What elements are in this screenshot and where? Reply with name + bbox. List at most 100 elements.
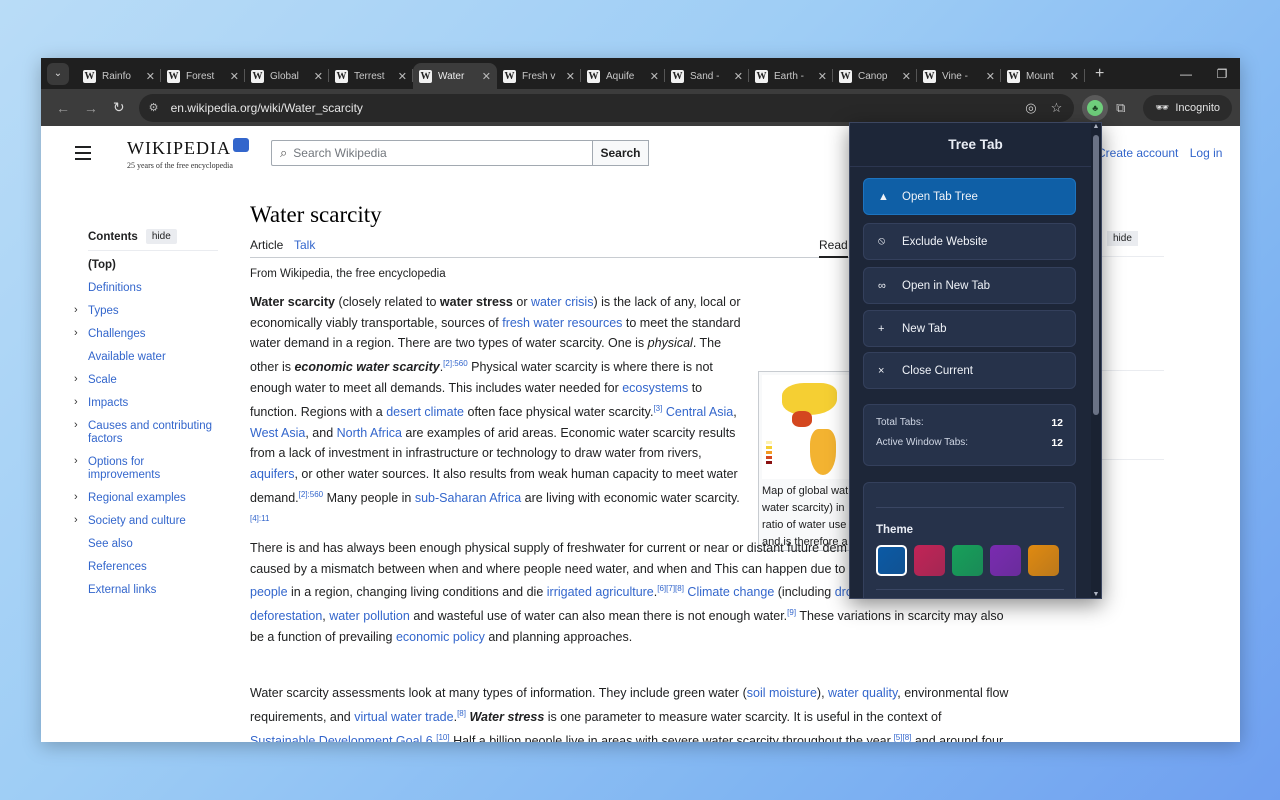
tab-close-icon[interactable]: ✕ xyxy=(314,70,323,83)
site-info-icon[interactable]: ⚙ xyxy=(149,101,165,114)
bookmark-star-icon[interactable]: ☆ xyxy=(1051,100,1063,116)
toc-item[interactable]: See also xyxy=(88,538,218,561)
browser-tab[interactable]: W Aquife ✕ xyxy=(581,63,665,89)
tab-article[interactable]: Article xyxy=(250,238,283,252)
browser-tab[interactable]: W Vine - ✕ xyxy=(917,63,1001,89)
popup-button-exclude-website[interactable]: ⦸ Exclude Website xyxy=(863,223,1076,260)
chevron-right-icon[interactable]: › xyxy=(74,304,78,316)
toc-hide-button[interactable]: hide xyxy=(145,229,177,244)
create-account-link[interactable]: Create account xyxy=(1097,146,1178,160)
tab-close-icon[interactable]: ✕ xyxy=(566,70,575,83)
toc-item[interactable]: › Causes and contributing factors xyxy=(74,419,218,456)
toc-item[interactable]: › Types xyxy=(74,304,218,328)
scroll-thumb[interactable] xyxy=(1093,135,1099,415)
toc-item[interactable]: External links xyxy=(88,584,218,607)
tab-close-icon[interactable]: ✕ xyxy=(230,70,239,83)
new-tab-plus-icon[interactable]: + xyxy=(1095,65,1104,83)
wikipedia-logo[interactable]: WIKIPEDIA 25 years of the free encyclope… xyxy=(127,138,249,170)
chevron-right-icon[interactable]: › xyxy=(74,327,78,339)
lead-paragraph: Water scarcity (closely related to water… xyxy=(250,295,741,523)
popup-button-open-in-new-tab[interactable]: ∞ Open in New Tab xyxy=(863,267,1076,304)
tab-close-icon[interactable]: ✕ xyxy=(986,70,995,83)
restore-icon[interactable]: ❐ xyxy=(1204,67,1240,81)
toc-item[interactable]: › Challenges xyxy=(74,327,218,351)
toc-item[interactable]: Available water xyxy=(88,351,218,374)
theme-swatch[interactable] xyxy=(876,545,907,576)
tab-close-icon[interactable]: ✕ xyxy=(734,70,743,83)
forward-arrow-icon[interactable]: → xyxy=(77,100,105,116)
popup-button-new-tab[interactable]: + New Tab xyxy=(863,310,1076,347)
browser-tab[interactable]: W Water ✕ xyxy=(413,63,497,89)
browser-tab[interactable]: W Mount ✕ xyxy=(1001,63,1085,89)
toc-item[interactable]: › Impacts xyxy=(74,396,218,420)
eye-off-icon[interactable]: ◎ xyxy=(1025,100,1036,116)
browser-tab[interactable]: W Terrest ✕ xyxy=(329,63,413,89)
right-panel-hide-button[interactable]: hide xyxy=(1107,231,1138,246)
incognito-badge[interactable]: 🕶 Incognito xyxy=(1143,94,1233,121)
tab-close-icon[interactable]: ✕ xyxy=(1070,70,1079,83)
browser-tab[interactable]: W Earth - ✕ xyxy=(749,63,833,89)
tab-title: Global xyxy=(270,70,299,82)
scroll-up-icon[interactable]: ▲ xyxy=(1091,123,1101,130)
toc-item[interactable]: (Top) xyxy=(88,259,218,282)
toc-item[interactable]: › Options for improvements xyxy=(74,455,218,492)
minimize-icon[interactable]: — xyxy=(1168,67,1204,81)
page-title: Water scarcity xyxy=(250,202,382,227)
back-arrow-icon[interactable]: ← xyxy=(49,100,77,116)
tab-close-icon[interactable]: ✕ xyxy=(650,70,659,83)
browser-tab[interactable]: W Global ✕ xyxy=(245,63,329,89)
map-legend xyxy=(766,441,802,471)
third-paragraph: Water scarcity assessments look at many … xyxy=(250,686,1009,742)
search-input[interactable]: ⌕ Search Wikipedia xyxy=(271,140,593,166)
toc-item[interactable]: › Regional examples xyxy=(74,491,218,515)
tab-close-icon[interactable]: ✕ xyxy=(818,70,827,83)
browser-tab[interactable]: W Forest ✕ xyxy=(161,63,245,89)
theme-swatch[interactable] xyxy=(990,545,1021,576)
toc-item[interactable]: › Society and culture xyxy=(74,514,218,538)
address-bar[interactable]: ⚙ en.wikipedia.org/wiki/Water_scarcity ◎… xyxy=(138,93,1075,122)
chevron-right-icon[interactable]: › xyxy=(74,373,78,385)
wikipedia-favicon-icon: W xyxy=(755,69,768,83)
reload-icon[interactable]: ↻ xyxy=(105,99,133,116)
chevron-right-icon[interactable]: › xyxy=(74,491,78,503)
extensions-puzzle-icon[interactable]: ⧉ xyxy=(1116,100,1125,116)
tab-talk[interactable]: Talk xyxy=(294,238,315,252)
main-menu-icon[interactable] xyxy=(75,146,91,164)
tab-close-icon[interactable]: ✕ xyxy=(902,70,911,83)
browser-tab[interactable]: W Rainfo ✕ xyxy=(77,63,161,89)
chevron-right-icon[interactable]: › xyxy=(74,514,78,526)
search-button[interactable]: Search xyxy=(593,140,649,166)
leaf-icon: ▲ xyxy=(878,190,889,203)
popup-button-label: Close Current xyxy=(902,364,973,377)
browser-tab[interactable]: W Fresh v ✕ xyxy=(497,63,581,89)
popup-button-open-tab-tree[interactable]: ▲ Open Tab Tree xyxy=(863,178,1076,215)
tab-close-icon[interactable]: ✕ xyxy=(146,70,155,83)
theme-swatch[interactable] xyxy=(952,545,983,576)
toc-item[interactable]: › Scale xyxy=(74,373,218,397)
browser-tab[interactable]: W Sand - ✕ xyxy=(665,63,749,89)
tree-tab-extension-button[interactable]: ♣ xyxy=(1082,94,1109,121)
map-figure[interactable]: Map of global wat water scarcity) in rat… xyxy=(758,371,858,551)
divider xyxy=(1101,256,1164,257)
popup-scrollbar[interactable]: ▲ ▼ xyxy=(1091,123,1101,598)
total-tabs-label: Total Tabs: xyxy=(876,417,924,428)
tab-close-icon[interactable]: ✕ xyxy=(482,70,491,83)
chevron-right-icon[interactable]: › xyxy=(74,419,78,432)
tab-search-chevron-icon[interactable]: ⌄ xyxy=(47,62,69,85)
search-icon: ⌕ xyxy=(280,145,288,160)
chevron-right-icon[interactable]: › xyxy=(74,455,78,468)
active-window-tabs-label: Active Window Tabs: xyxy=(876,437,969,448)
theme-swatch[interactable] xyxy=(1028,545,1059,576)
window-controls: — ❐ xyxy=(1168,58,1240,89)
log-in-link[interactable]: Log in xyxy=(1190,146,1223,160)
scroll-down-icon[interactable]: ▼ xyxy=(1091,591,1101,598)
tab-close-icon[interactable]: ✕ xyxy=(398,70,407,83)
toc-item[interactable]: Definitions xyxy=(88,282,218,305)
theme-swatch[interactable] xyxy=(914,545,945,576)
toc-item[interactable]: References xyxy=(88,561,218,584)
popup-button-close-current[interactable]: × Close Current xyxy=(863,352,1076,389)
chevron-right-icon[interactable]: › xyxy=(74,396,78,408)
tab-strip: ⌄ W Rainfo ✕ W Forest ✕ W Global ✕ W Terrest ✕ W Wate… xyxy=(41,58,1240,89)
tab-read[interactable]: Read xyxy=(819,238,848,258)
browser-tab[interactable]: W Canop ✕ xyxy=(833,63,917,89)
